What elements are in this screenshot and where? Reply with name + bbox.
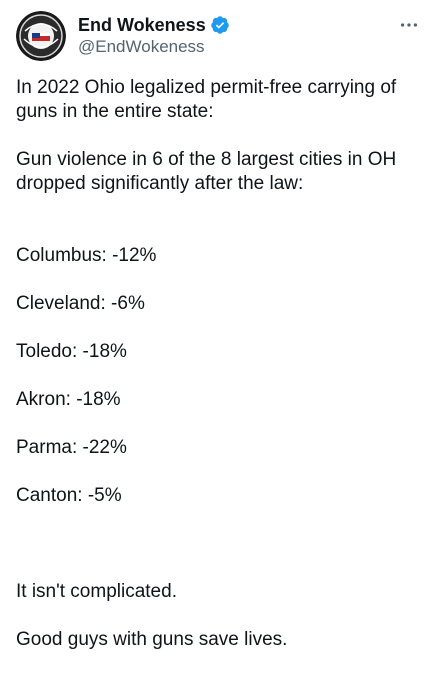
verified-badge-icon[interactable]	[210, 15, 230, 35]
tweet-card: End Wokeness @EndWokeness In 2022 Ohio l…	[0, 0, 438, 650]
tweet-text: In 2022 Ohio legalized permit-free carry…	[16, 76, 422, 676]
stat-toledo: Toledo: -18%	[16, 341, 127, 362]
stat-cleveland: Cleveland: -6%	[16, 293, 145, 314]
author-display-name[interactable]: End Wokeness	[78, 15, 206, 37]
tweet-closing: It isn't complicated. Good guys with gun…	[16, 556, 422, 676]
patch-logo-icon	[16, 11, 66, 61]
tweet-header: End Wokeness @EndWokeness	[16, 10, 422, 62]
tweet-stats: Columbus: -12% Cleveland: -6% Toledo: -1…	[16, 220, 422, 532]
author-names: End Wokeness @EndWokeness	[78, 15, 230, 58]
stat-canton: Canton: -5%	[16, 485, 122, 506]
stat-columbus: Columbus: -12%	[16, 245, 157, 266]
stat-akron: Akron: -18%	[16, 389, 121, 410]
author-handle[interactable]: @EndWokeness	[78, 37, 230, 57]
more-options-button[interactable]	[396, 12, 422, 38]
closing-line-1: It isn't complicated.	[16, 581, 177, 602]
tweet-intro: In 2022 Ohio legalized permit-free carry…	[16, 77, 397, 122]
more-horizontal-icon	[400, 23, 418, 27]
tweet-claim: Gun violence in 6 of the 8 largest citie…	[16, 149, 397, 194]
name-row: End Wokeness	[78, 15, 230, 37]
stat-parma: Parma: -22%	[16, 437, 127, 458]
avatar[interactable]	[16, 11, 66, 61]
closing-line-2: Good guys with guns save lives.	[16, 629, 288, 650]
